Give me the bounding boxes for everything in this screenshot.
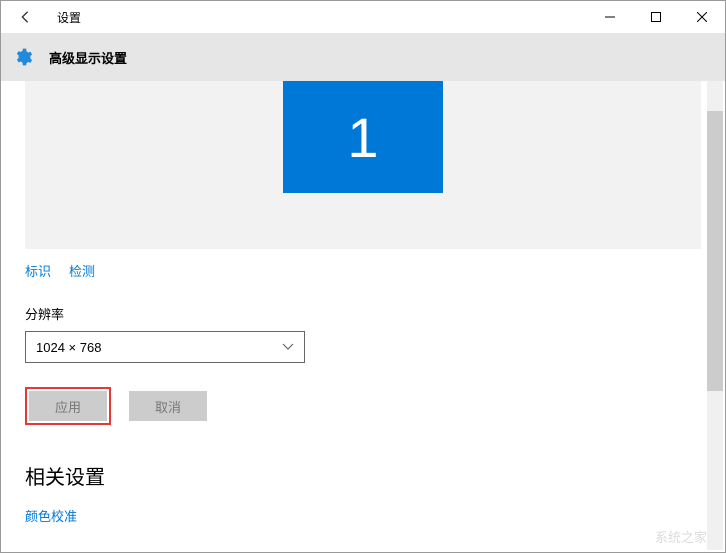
window-title: 设置	[57, 9, 81, 26]
close-icon	[697, 12, 707, 22]
chevron-down-icon	[282, 340, 294, 354]
gear-icon	[13, 47, 33, 67]
maximize-button[interactable]	[633, 1, 679, 33]
resolution-value: 1024 × 768	[36, 340, 101, 355]
arrow-left-icon	[18, 10, 32, 24]
detect-link[interactable]: 检测	[69, 261, 95, 280]
header-bar: 高级显示设置	[1, 33, 725, 81]
apply-highlight: 应用	[25, 387, 111, 425]
action-buttons: 应用 取消	[1, 363, 725, 425]
resolution-dropdown[interactable]: 1024 × 768	[25, 331, 305, 363]
identify-link[interactable]: 标识	[25, 261, 51, 280]
resolution-label: 分辨率	[1, 280, 725, 331]
minimize-button[interactable]	[587, 1, 633, 33]
monitor-actions: 标识 检测	[1, 249, 725, 280]
page-title: 高级显示设置	[49, 48, 127, 67]
monitor-1[interactable]: 1	[283, 81, 443, 193]
related-settings-heading: 相关设置	[1, 425, 725, 490]
minimize-icon	[605, 12, 615, 22]
cancel-button[interactable]: 取消	[129, 391, 207, 421]
scrollbar-thumb[interactable]	[707, 111, 723, 391]
monitor-number: 1	[347, 105, 378, 170]
color-calibration-link[interactable]: 颜色校准	[1, 490, 725, 525]
window-controls	[587, 1, 725, 33]
back-button[interactable]	[13, 5, 37, 29]
content-area: 1 标识 检测 分辨率 1024 × 768 应用 取消 相关设置 颜色校准	[1, 81, 725, 552]
apply-button[interactable]: 应用	[29, 391, 107, 421]
titlebar: 设置	[1, 1, 725, 33]
maximize-icon	[651, 12, 661, 22]
vertical-scrollbar[interactable]	[707, 81, 723, 550]
monitor-preview-area: 1	[25, 81, 701, 249]
close-button[interactable]	[679, 1, 725, 33]
